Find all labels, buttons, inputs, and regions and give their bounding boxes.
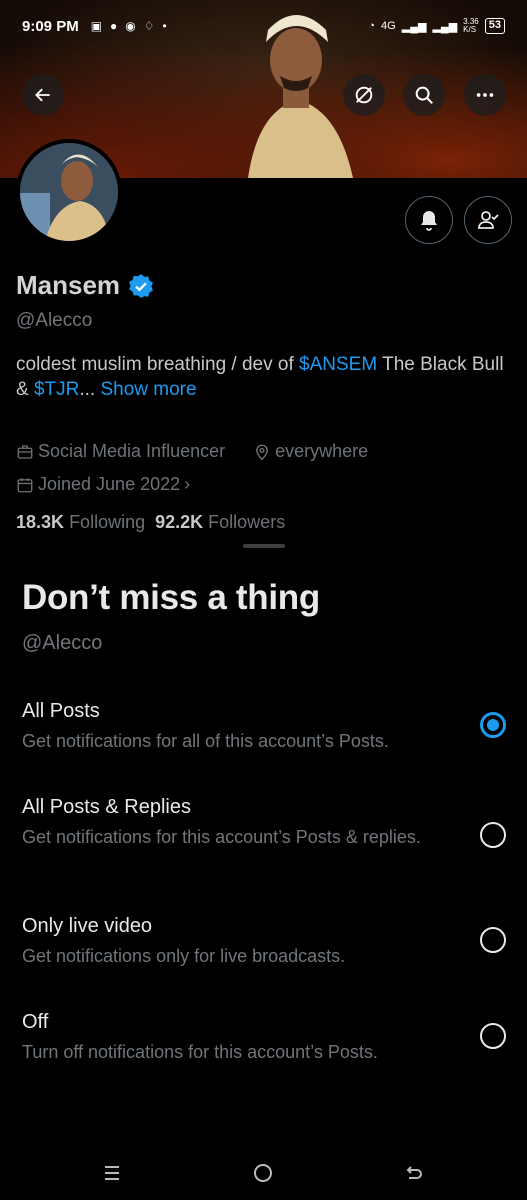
profile-name-text: Mansem: [16, 270, 121, 300]
follow-counts: 18.3K Following 92.2K Followers: [16, 512, 285, 533]
option-title: All Posts & Replies: [22, 796, 191, 818]
signal-icon-2: ▂▄▆: [432, 20, 458, 33]
grok-button[interactable]: [343, 74, 385, 116]
following-button[interactable]: [464, 196, 512, 244]
avatar[interactable]: [16, 139, 122, 245]
bell-check-icon: [421, 211, 437, 231]
back-nav-icon: [406, 1166, 422, 1179]
bio-cashtag-tjr[interactable]: $TJR: [34, 379, 79, 400]
signal-icon: ▂▄▆: [401, 20, 427, 33]
chat-icon: ●: [110, 19, 118, 33]
user-check-icon: [478, 211, 499, 229]
menu-icon: [105, 1166, 119, 1180]
app-icon: ▣: [90, 19, 103, 33]
radio-all-posts[interactable]: [480, 712, 506, 738]
more-button[interactable]: [464, 74, 506, 116]
dot-icon: •: [162, 19, 167, 33]
recent-apps-button[interactable]: [92, 1158, 132, 1188]
sheet-handle: @Alecco: [22, 632, 103, 654]
profile-bio: coldest muslim breathing / dev of $ANSEM…: [16, 352, 511, 402]
profile-location: everywhere: [275, 441, 369, 461]
grok-icon: [355, 86, 373, 104]
back-button[interactable]: [22, 74, 64, 116]
option-off[interactable]: Off Turn off notifications for this acco…: [0, 1011, 527, 1091]
profile-joined: Joined June 2022: [38, 474, 181, 494]
location-icon: [256, 444, 269, 460]
option-description: Get notifications for all of this accoun…: [22, 731, 389, 751]
sheet-title: Don’t miss a thing: [22, 578, 320, 617]
system-nav-bar: [0, 1150, 527, 1200]
avatar-photo: [20, 143, 118, 241]
battery-icon: 53: [484, 18, 505, 34]
option-all-posts-replies[interactable]: All Posts & Replies Get notifications fo…: [0, 796, 527, 876]
followers-count: 92.2K: [155, 512, 204, 532]
following-count: 18.3K: [16, 512, 65, 532]
sheet-grabber[interactable]: [243, 544, 285, 548]
status-time: 9:09 PM: [22, 17, 79, 35]
notification-icons: ▣ ● ◉ ♢ •: [91, 19, 167, 33]
chevron-right-icon: ›: [184, 474, 191, 494]
profile-meta: Social Media Influencer everywhere: [16, 441, 368, 462]
profile-joined-row[interactable]: Joined June 2022 ›: [16, 474, 190, 495]
back-arrow-icon: [35, 88, 50, 102]
radio-only-live-video[interactable]: [480, 927, 506, 953]
status-bar: 9:09 PM ▣ ● ◉ ♢ • ◔ 4G ▂▄▆ ▂▄▆ 3.36 K/S …: [0, 0, 527, 52]
search-icon: [415, 86, 433, 104]
radio-off[interactable]: [480, 1023, 506, 1049]
verified-badge-icon[interactable]: [128, 273, 154, 299]
option-description: Get notifications for this account’s Pos…: [22, 827, 421, 847]
status-right: ◔ 4G ▂▄▆ ▂▄▆ 3.36 K/S 53: [368, 18, 505, 34]
notification-settings-sheet: Don’t miss a thing @Alecco All Posts Get…: [0, 532, 527, 1200]
option-description: Turn off notifications for this account’…: [22, 1042, 378, 1062]
home-button[interactable]: [243, 1158, 283, 1188]
more-icon: [476, 93, 494, 97]
bio-ellipsis: ...: [79, 379, 96, 400]
option-title: All Posts: [22, 700, 100, 722]
option-description: Get notifications only for live broadcas…: [22, 946, 346, 966]
show-more-link[interactable]: Show more: [95, 379, 196, 400]
bio-text: coldest muslim breathing / dev of: [16, 354, 300, 375]
profile-category: Social Media Influencer: [38, 441, 226, 461]
speed-label: 3.36 K/S: [463, 17, 479, 34]
profile-name: Mansem: [16, 270, 154, 301]
followers-label: Followers: [208, 512, 286, 532]
whatsapp-icon: ◉: [125, 19, 136, 33]
vpn-icon: ◔: [368, 20, 376, 32]
option-title: Off: [22, 1011, 49, 1033]
radio-all-posts-replies[interactable]: [480, 822, 506, 848]
home-circle-icon: [254, 1164, 272, 1182]
option-all-posts[interactable]: All Posts Get notifications for all of t…: [0, 700, 527, 780]
following-label: Following: [69, 512, 146, 532]
back-nav-button[interactable]: [394, 1158, 434, 1188]
network-label: 4G: [381, 20, 396, 32]
notifications-button[interactable]: [405, 196, 453, 244]
calendar-icon: [17, 477, 33, 492]
option-only-live-video[interactable]: Only live video Get notifications only f…: [0, 915, 527, 995]
bio-cashtag-ansem[interactable]: $ANSEM: [299, 354, 377, 375]
option-title: Only live video: [22, 915, 153, 937]
following-link[interactable]: 18.3K Following: [16, 512, 145, 533]
briefcase-icon: [17, 444, 33, 459]
search-button[interactable]: [403, 74, 445, 116]
profile-handle: @Alecco: [16, 310, 93, 331]
followers-link[interactable]: 92.2K Followers: [155, 512, 285, 533]
bell-icon: ♢: [143, 19, 155, 33]
